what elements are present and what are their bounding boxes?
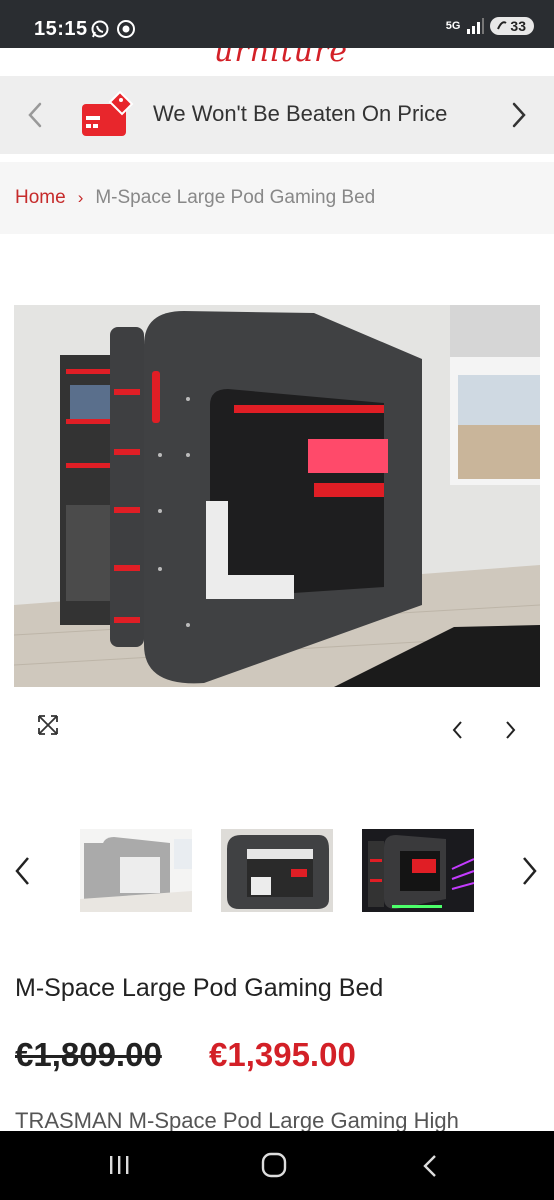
promo-prev-arrow-icon[interactable]: [22, 98, 50, 132]
gaming-bed-photo: [14, 305, 540, 687]
thumbnail-image: [221, 829, 333, 912]
system-navigation-bar: [0, 1131, 554, 1200]
thumbnail-1[interactable]: [80, 829, 192, 912]
breadcrumb-current: M-Space Large Pod Gaming Bed: [95, 187, 376, 208]
back-icon[interactable]: [420, 1153, 440, 1179]
recent-apps-icon[interactable]: [106, 1153, 132, 1177]
promo-next-arrow-icon[interactable]: [504, 98, 532, 132]
thumbnail-prev-arrow-icon[interactable]: [10, 852, 36, 890]
battery-level: 33: [510, 18, 526, 34]
promo-carousel: We Won't Be Beaten On Price: [0, 76, 554, 154]
sale-price: €1,395.00: [209, 1036, 356, 1073]
network-type: 5G: [445, 20, 461, 32]
status-bar: 15:15 5G 33: [0, 0, 554, 48]
home-icon[interactable]: [261, 1151, 287, 1179]
image-next-arrow-icon[interactable]: [500, 718, 520, 742]
credit-card-tag-icon: [82, 90, 134, 136]
thumbnail-image: [362, 829, 474, 912]
product-main-image[interactable]: [14, 305, 540, 687]
status-time: 15:15: [34, 18, 88, 40]
breadcrumb-home-link[interactable]: Home: [15, 187, 66, 209]
battery-indicator: 33: [490, 17, 534, 35]
product-title: M-Space Large Pod Gaming Bed: [15, 974, 384, 1002]
breadcrumb-separator: ›: [77, 188, 84, 207]
status-notification-icons: [90, 19, 136, 39]
promo-message: We Won't Be Beaten On Price: [153, 101, 448, 126]
site-header: urniture: [0, 48, 554, 74]
whatsapp-icon: [91, 20, 109, 38]
signal-icon: [467, 18, 485, 34]
thumbnail-2[interactable]: [221, 829, 333, 912]
thumbnail-image: [80, 829, 192, 912]
site-logo[interactable]: urniture: [214, 48, 348, 69]
chrome-icon: [117, 20, 135, 38]
thumbnail-3[interactable]: [362, 829, 474, 912]
image-prev-arrow-icon[interactable]: [448, 718, 468, 742]
original-price: €1,809.00: [15, 1036, 162, 1073]
thumbnail-next-arrow-icon[interactable]: [516, 852, 542, 890]
expand-arrows-icon[interactable]: [36, 713, 60, 737]
battery-saver-icon: [497, 21, 508, 30]
status-system-icons: 5G 33: [446, 17, 534, 35]
breadcrumb: Home › M-Space Large Pod Gaming Bed: [0, 162, 554, 234]
